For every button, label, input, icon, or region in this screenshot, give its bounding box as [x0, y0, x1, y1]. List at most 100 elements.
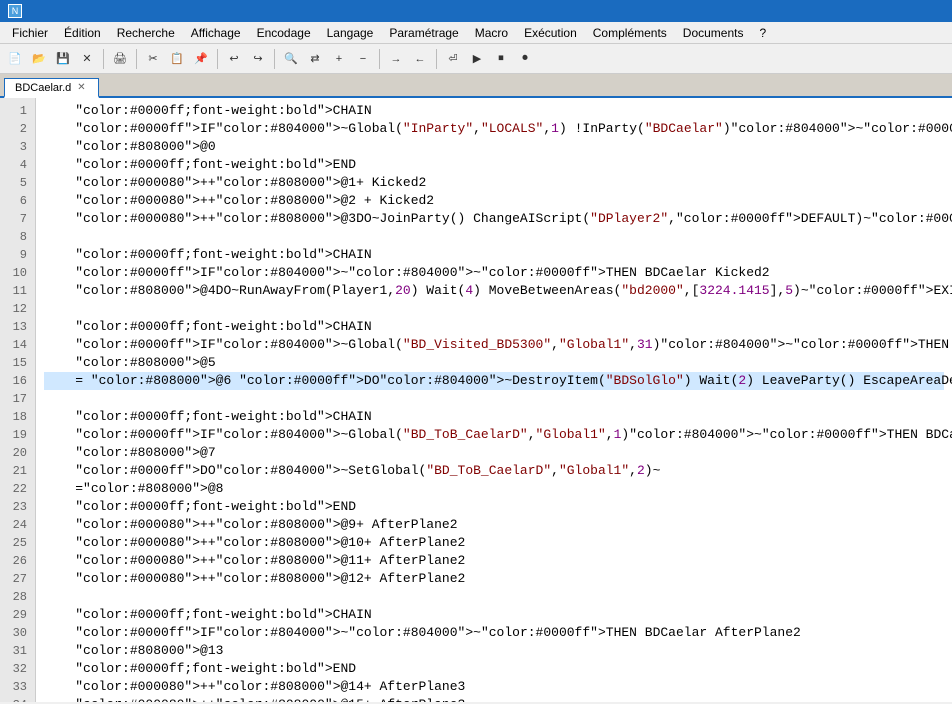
code-line-4: "color:#0000ff;font-weight:bold">END: [44, 156, 944, 174]
code-line-8: [44, 228, 944, 246]
app-icon: N: [8, 4, 22, 18]
code-line-1: "color:#0000ff;font-weight:bold">CHAIN: [44, 102, 944, 120]
code-line-6: "color:#000080">++"color:#808000">@2 + K…: [44, 192, 944, 210]
code-area[interactable]: "color:#0000ff;font-weight:bold">CHAIN "…: [36, 98, 952, 702]
line-number-30: 30: [8, 624, 27, 642]
code-line-26: "color:#000080">++"color:#808000">@11+ A…: [44, 552, 944, 570]
code-line-13: "color:#0000ff;font-weight:bold">CHAIN: [44, 318, 944, 336]
code-line-18: "color:#0000ff;font-weight:bold">CHAIN: [44, 408, 944, 426]
toolbar-open[interactable]: 📂: [28, 48, 50, 70]
line-number-25: 25: [8, 534, 27, 552]
toolbar-sep-1: [103, 49, 104, 69]
code-line-19: "color:#0000ff">IF"color:#804000">~Globa…: [44, 426, 944, 444]
line-number-6: 6: [8, 192, 27, 210]
line-number-4: 4: [8, 156, 27, 174]
toolbar-zoom-in[interactable]: +: [328, 48, 350, 70]
toolbar-zoom-out[interactable]: −: [352, 48, 374, 70]
code-line-2: "color:#0000ff">IF"color:#804000">~Globa…: [44, 120, 944, 138]
line-number-23: 23: [8, 498, 27, 516]
code-line-11: "color:#808000">@4DO~RunAwayFrom(Player1…: [44, 282, 944, 300]
line-number-1: 1: [8, 102, 27, 120]
code-line-15: "color:#808000">@5: [44, 354, 944, 372]
line-number-2: 2: [8, 120, 27, 138]
toolbar-replace[interactable]: ⇄: [304, 48, 326, 70]
toolbar-save[interactable]: 💾: [52, 48, 74, 70]
code-line-31: "color:#808000">@13: [44, 642, 944, 660]
toolbar-redo[interactable]: ↪: [247, 48, 269, 70]
line-number-9: 9: [8, 246, 27, 264]
code-line-12: [44, 300, 944, 318]
menu-item-édition[interactable]: Édition: [56, 24, 109, 42]
toolbar-outdent[interactable]: ←: [409, 48, 431, 70]
editor: 1234567891011121314151617181920212223242…: [0, 98, 952, 702]
line-number-32: 32: [8, 660, 27, 678]
tab-bdcaelar[interactable]: BDCaelar.d ✕: [4, 78, 99, 98]
line-number-31: 31: [8, 642, 27, 660]
toolbar-undo[interactable]: ↩: [223, 48, 245, 70]
line-number-34: 34: [8, 696, 27, 702]
line-number-28: 28: [8, 588, 27, 606]
code-line-7: "color:#000080">++"color:#808000">@3DO~J…: [44, 210, 944, 228]
toolbar-indent[interactable]: →: [385, 48, 407, 70]
toolbar-sep-3: [217, 49, 218, 69]
toolbar-copy[interactable]: 📋: [166, 48, 188, 70]
menu-item-documents[interactable]: Documents: [675, 24, 752, 42]
code-line-5: "color:#000080">++"color:#808000">@1+ Ki…: [44, 174, 944, 192]
menu-item-langage[interactable]: Langage: [319, 24, 382, 42]
toolbar-record[interactable]: ⏺: [514, 48, 536, 70]
tab-close-button[interactable]: ✕: [75, 82, 87, 93]
toolbar-print[interactable]: 🖨: [109, 48, 131, 70]
menu-item-compléments[interactable]: Compléments: [585, 24, 675, 42]
line-number-12: 12: [8, 300, 27, 318]
menu-item-paramétrage[interactable]: Paramétrage: [381, 24, 466, 42]
code-line-14: "color:#0000ff">IF"color:#804000">~Globa…: [44, 336, 944, 354]
code-line-29: "color:#0000ff;font-weight:bold">CHAIN: [44, 606, 944, 624]
code-line-34: "color:#000080">++"color:#808000">@15+ A…: [44, 696, 944, 702]
menu-item-affichage[interactable]: Affichage: [183, 24, 249, 42]
code-line-3: "color:#808000">@0: [44, 138, 944, 156]
code-line-30: "color:#0000ff">IF"color:#804000">~"colo…: [44, 624, 944, 642]
toolbar-sep-2: [136, 49, 137, 69]
line-numbers: 1234567891011121314151617181920212223242…: [0, 98, 36, 702]
code-line-25: "color:#000080">++"color:#808000">@10+ A…: [44, 534, 944, 552]
line-number-20: 20: [8, 444, 27, 462]
title-bar: N: [0, 0, 952, 22]
toolbar-find[interactable]: 🔍: [280, 48, 302, 70]
toolbar: 📄 📂 💾 ✕ 🖨 ✂ 📋 📌 ↩ ↪ 🔍 ⇄ + − → ← ⏎ ▶ ⏹ ⏺: [0, 44, 952, 74]
toolbar-wrap[interactable]: ⏎: [442, 48, 464, 70]
code-line-24: "color:#000080">++"color:#808000">@9+ Af…: [44, 516, 944, 534]
code-line-32: "color:#0000ff;font-weight:bold">END: [44, 660, 944, 678]
toolbar-stop[interactable]: ⏹: [490, 48, 512, 70]
line-number-21: 21: [8, 462, 27, 480]
toolbar-sep-5: [379, 49, 380, 69]
menu-item-exécution[interactable]: Exécution: [516, 24, 585, 42]
line-number-17: 17: [8, 390, 27, 408]
code-line-27: "color:#000080">++"color:#808000">@12+ A…: [44, 570, 944, 588]
toolbar-run[interactable]: ▶: [466, 48, 488, 70]
line-number-24: 24: [8, 516, 27, 534]
menu-item-macro[interactable]: Macro: [467, 24, 516, 42]
menu-bar: FichierÉditionRechercheAffichageEncodage…: [0, 22, 952, 44]
toolbar-paste[interactable]: 📌: [190, 48, 212, 70]
line-number-10: 10: [8, 264, 27, 282]
line-number-26: 26: [8, 552, 27, 570]
code-line-9: "color:#0000ff;font-weight:bold">CHAIN: [44, 246, 944, 264]
menu-item-fichier[interactable]: Fichier: [4, 24, 56, 42]
tab-bar: BDCaelar.d ✕: [0, 74, 952, 98]
line-number-15: 15: [8, 354, 27, 372]
line-number-22: 22: [8, 480, 27, 498]
line-number-14: 14: [8, 336, 27, 354]
toolbar-cut[interactable]: ✂: [142, 48, 164, 70]
toolbar-new[interactable]: 📄: [4, 48, 26, 70]
code-line-17: [44, 390, 944, 408]
menu-item-recherche[interactable]: Recherche: [109, 24, 183, 42]
tab-label: BDCaelar.d: [15, 82, 71, 94]
menu-item-encodage[interactable]: Encodage: [249, 24, 319, 42]
code-line-28: [44, 588, 944, 606]
line-number-29: 29: [8, 606, 27, 624]
menu-item-?[interactable]: ?: [752, 24, 775, 42]
line-number-8: 8: [8, 228, 27, 246]
line-number-7: 7: [8, 210, 27, 228]
toolbar-close[interactable]: ✕: [76, 48, 98, 70]
line-number-19: 19: [8, 426, 27, 444]
